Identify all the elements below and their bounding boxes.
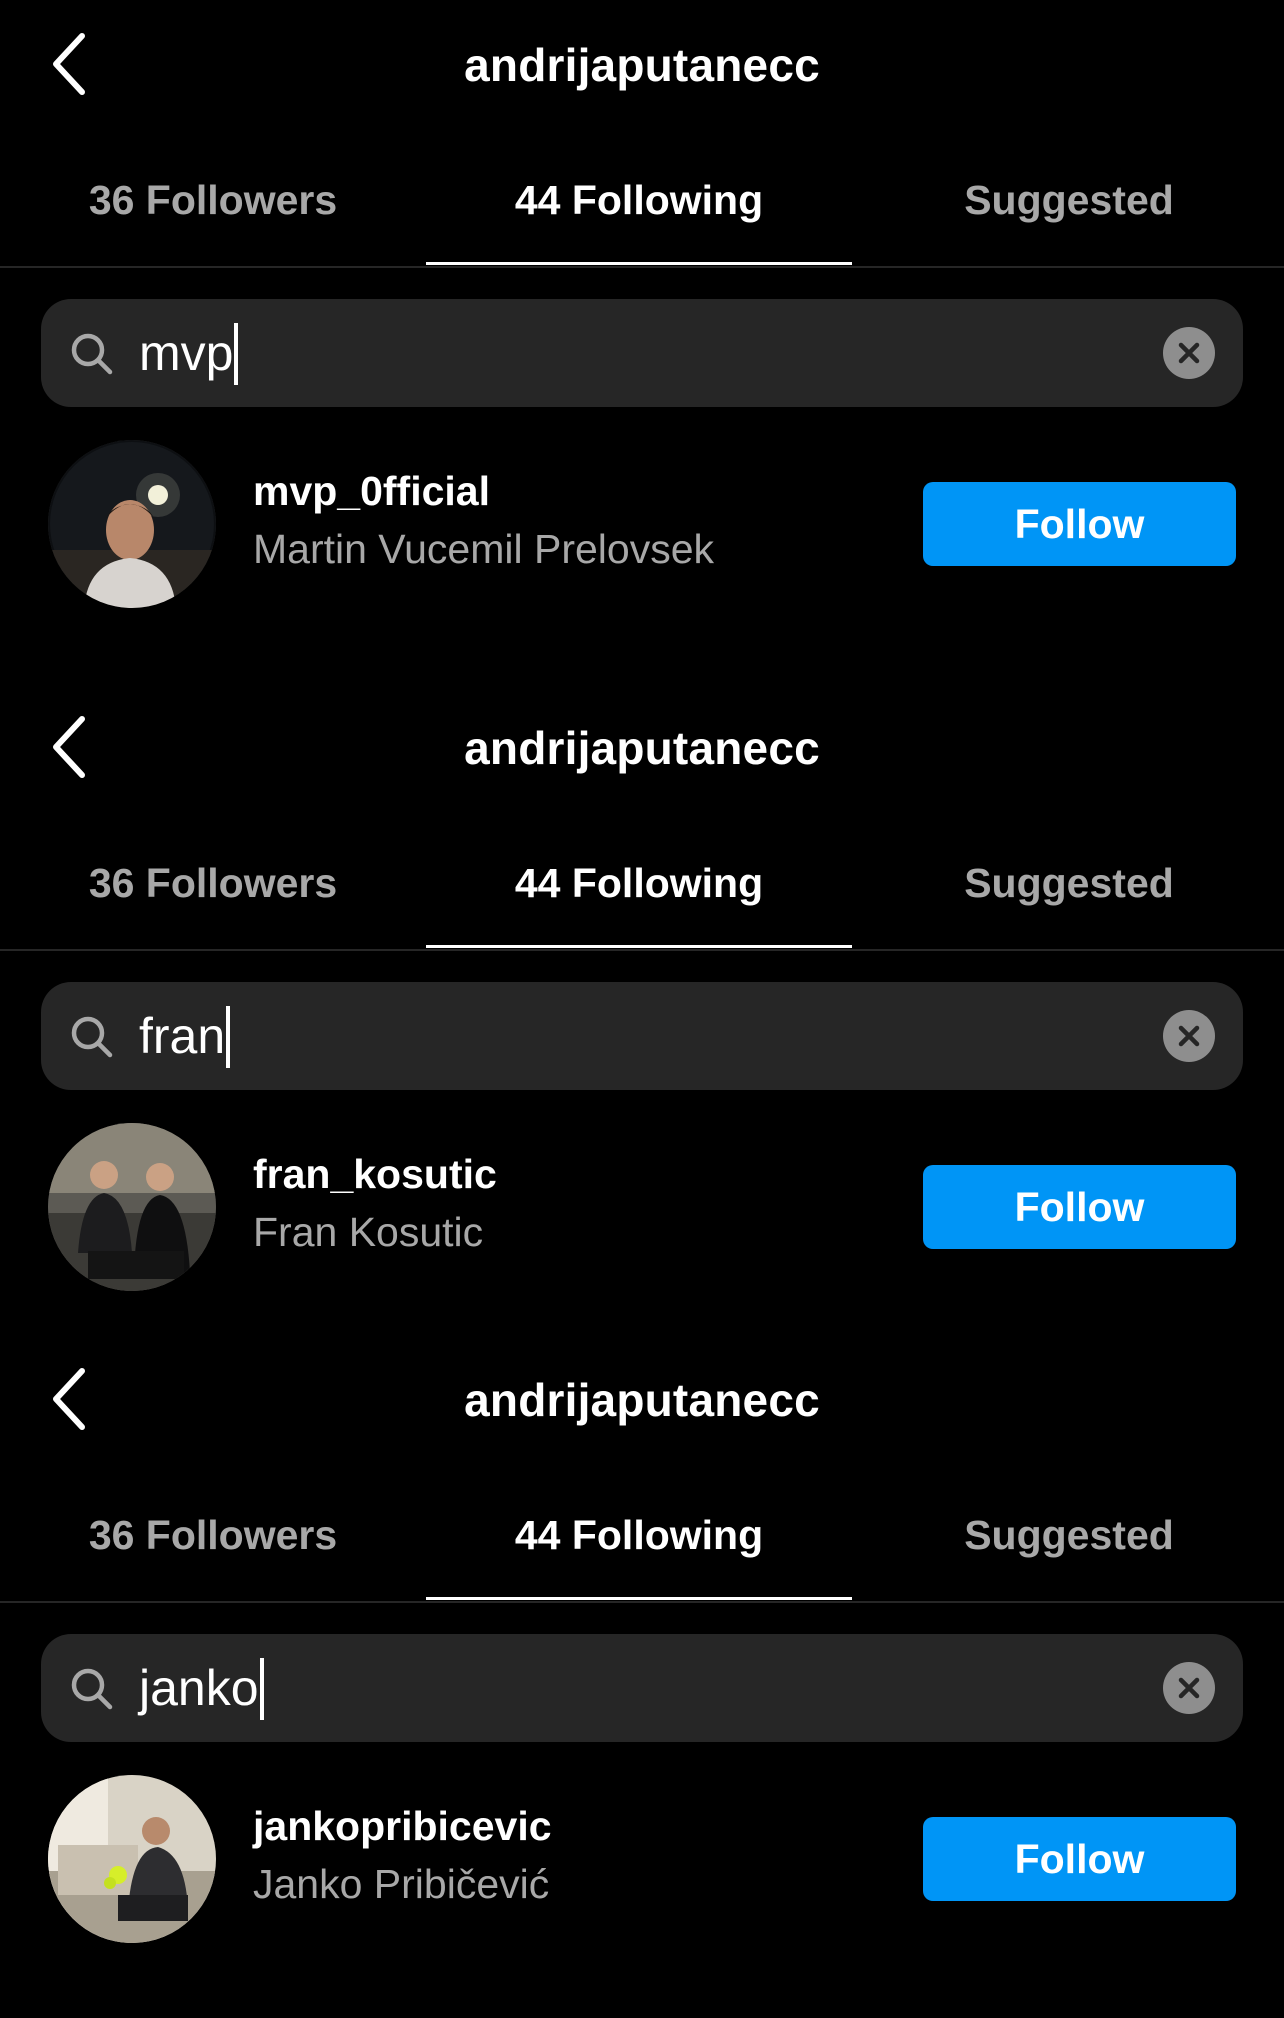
tab-followers[interactable]: 36 Followers	[0, 150, 426, 266]
username[interactable]: mvp_0fficial	[253, 468, 490, 515]
page-title: andrijaputanecc	[464, 1374, 820, 1426]
active-tab-indicator	[426, 945, 852, 948]
search-field[interactable]: mvp	[41, 299, 1243, 407]
tab-suggested[interactable]: Suggested	[856, 1485, 1282, 1601]
full-name: Fran Kosutic	[253, 1209, 484, 1255]
search-field[interactable]: fran	[41, 982, 1243, 1090]
follow-button[interactable]: Follow	[923, 482, 1236, 566]
tab-followers[interactable]: 36 Followers	[0, 1485, 426, 1601]
search-query: janko	[139, 1660, 259, 1716]
following-panel-1: andrijaputanecc 36 Followers 44 Followin…	[0, 0, 1284, 660]
avatar[interactable]	[48, 440, 216, 608]
username[interactable]: jankopribicevic	[253, 1803, 552, 1850]
following-panel-2: andrijaputanecc 36 Followers 44 Followin…	[0, 683, 1284, 1343]
search-field[interactable]: janko	[41, 1634, 1243, 1742]
tab-followers[interactable]: 36 Followers	[0, 833, 426, 949]
active-tab-indicator	[426, 262, 852, 265]
list-item[interactable]: jankopribicevic Janko Pribičević Follow	[0, 1775, 1284, 1945]
search-icon	[69, 331, 115, 377]
avatar[interactable]	[48, 1123, 216, 1291]
text-caret	[259, 1657, 264, 1720]
list-item[interactable]: mvp_0fficial Martin Vucemil Prelovsek Fo…	[0, 440, 1284, 610]
search-query: mvp	[139, 325, 234, 381]
page-title: andrijaputanecc	[464, 39, 820, 91]
tab-bar: 36 Followers 44 Following Suggested	[0, 1485, 1284, 1603]
active-tab-indicator	[426, 1597, 852, 1600]
page-title: andrijaputanecc	[464, 722, 820, 774]
avatar[interactable]	[48, 1775, 216, 1943]
clear-icon[interactable]	[1163, 327, 1215, 379]
text-caret	[234, 322, 239, 385]
tab-following[interactable]: 44 Following	[426, 150, 852, 266]
follow-button[interactable]: Follow	[923, 1817, 1236, 1901]
following-panel-3: andrijaputanecc 36 Followers 44 Followin…	[0, 1335, 1284, 1995]
search-input[interactable]: janko	[139, 1634, 264, 1742]
clear-icon[interactable]	[1163, 1010, 1215, 1062]
header: andrijaputanecc	[0, 1335, 1284, 1471]
tab-following[interactable]: 44 Following	[426, 1485, 852, 1601]
full-name: Martin Vucemil Prelovsek	[253, 526, 715, 572]
follow-button[interactable]: Follow	[923, 1165, 1236, 1249]
full-name: Janko Pribičević	[253, 1861, 550, 1907]
tab-bar: 36 Followers 44 Following Suggested	[0, 833, 1284, 951]
search-query: fran	[139, 1008, 226, 1064]
tab-bar: 36 Followers 44 Following Suggested	[0, 150, 1284, 268]
search-icon	[69, 1014, 115, 1060]
list-item[interactable]: fran_kosutic Fran Kosutic Follow	[0, 1123, 1284, 1293]
search-icon	[69, 1666, 115, 1712]
header: andrijaputanecc	[0, 683, 1284, 819]
search-input[interactable]: fran	[139, 982, 231, 1090]
tab-following[interactable]: 44 Following	[426, 833, 852, 949]
search-input[interactable]: mvp	[139, 299, 239, 407]
username[interactable]: fran_kosutic	[253, 1151, 497, 1198]
text-caret	[226, 1005, 231, 1068]
tab-suggested[interactable]: Suggested	[856, 833, 1282, 949]
tab-suggested[interactable]: Suggested	[856, 150, 1282, 266]
clear-icon[interactable]	[1163, 1662, 1215, 1714]
header: andrijaputanecc	[0, 0, 1284, 136]
